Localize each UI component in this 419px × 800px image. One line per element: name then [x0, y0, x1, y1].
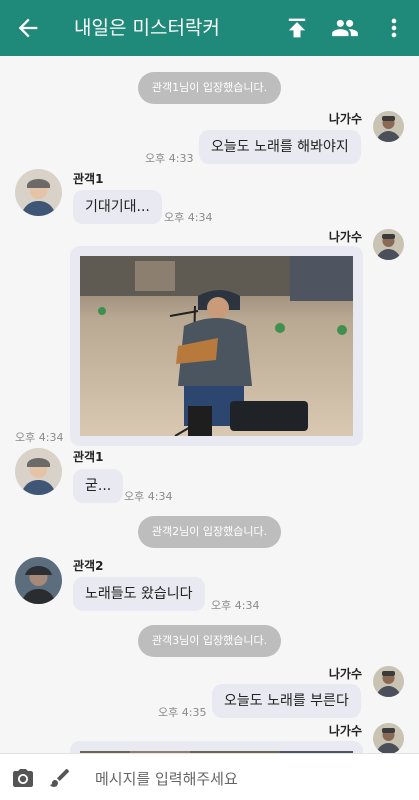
message-input[interactable]: 메시지를 입력해주세요 — [95, 768, 238, 789]
page-title: 내일은 미스터락커 — [74, 17, 220, 39]
avatar[interactable] — [15, 557, 62, 604]
sender-name: 관객1 — [73, 450, 104, 464]
back-arrow-icon[interactable] — [14, 14, 42, 42]
message-bubble[interactable]: 오늘도 노래를 해봐야지 — [199, 130, 361, 164]
message-bubble[interactable]: 굳... — [73, 469, 124, 503]
camera-icon[interactable] — [11, 766, 35, 790]
sender-name: 관객2 — [73, 559, 104, 573]
message-time: 오후 4:34 — [211, 599, 260, 612]
sender-name: 나가수 — [328, 667, 362, 681]
image-message[interactable] — [70, 246, 363, 446]
message-time: 오후 4:35 — [158, 706, 207, 719]
busker-photo — [80, 256, 353, 436]
image-message[interactable] — [70, 741, 363, 753]
avatar[interactable] — [15, 448, 62, 495]
message-time: 오후 4:34 — [164, 211, 213, 224]
people-icon[interactable] — [331, 14, 359, 42]
system-message: 관객2님이 입장했습니다. — [138, 516, 281, 548]
system-message: 관객3님이 입장했습니다. — [138, 625, 281, 657]
chat-area[interactable]: 관객1님이 입장했습니다. 나가수 오늘도 노래를 해봐야지 오후 4:33 관… — [0, 56, 419, 753]
brush-icon[interactable] — [48, 766, 72, 790]
avatar[interactable] — [15, 169, 62, 216]
message-bubble[interactable]: 오늘도 노래를 부른다 — [212, 684, 361, 718]
avatar[interactable] — [373, 723, 404, 753]
message-composer: 메시지를 입력해주세요 — [0, 753, 419, 800]
message-time: 오후 4:34 — [15, 431, 64, 444]
sender-name: 관객1 — [73, 172, 104, 186]
message-bubble[interactable]: 기대기대... — [73, 190, 162, 224]
more-vert-icon[interactable] — [380, 14, 408, 42]
sender-name: 나가수 — [328, 112, 362, 126]
message-time: 오후 4:33 — [145, 152, 194, 165]
sender-name: 나가수 — [328, 230, 362, 244]
message-time: 오후 4:34 — [124, 490, 173, 503]
avatar[interactable] — [373, 666, 404, 697]
sender-name: 나가수 — [328, 724, 362, 738]
message-bubble[interactable]: 노래들도 왔습니다 — [73, 577, 205, 611]
avatar[interactable] — [373, 111, 404, 142]
upload-icon[interactable] — [283, 14, 311, 42]
app-bar: 내일은 미스터락커 — [0, 0, 419, 56]
system-message: 관객1님이 입장했습니다. — [138, 72, 281, 104]
avatar[interactable] — [373, 229, 404, 260]
